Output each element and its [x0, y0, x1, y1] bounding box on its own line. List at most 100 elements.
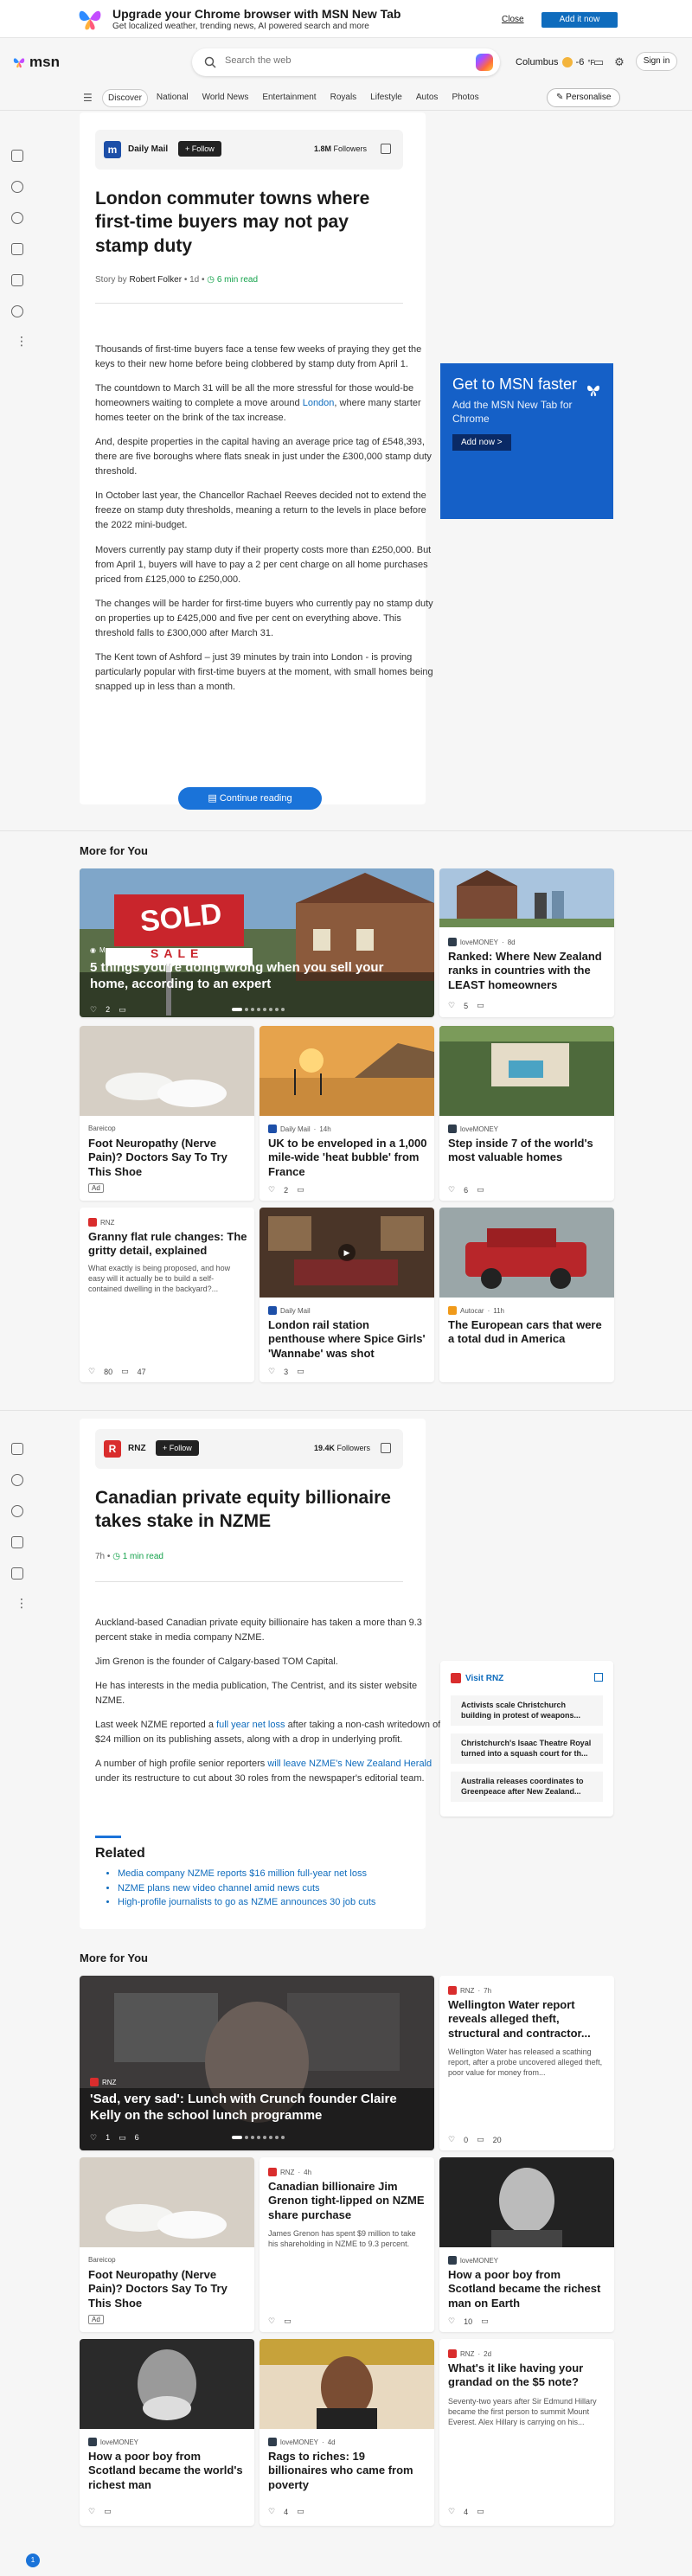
search-input[interactable] [225, 55, 441, 66]
msn-logo[interactable]: msn [12, 54, 60, 71]
play-icon[interactable]: ▶ [338, 1244, 356, 1261]
promo-close-button[interactable]: Close [502, 15, 524, 24]
location-icon[interactable] [11, 1505, 23, 1517]
comment-icon[interactable]: ▭ [297, 1367, 304, 1376]
history-icon[interactable] [11, 1474, 23, 1486]
like-icon[interactable]: ♡ [448, 2507, 455, 2516]
like-icon[interactable]: ♡ [448, 2135, 455, 2144]
like-icon[interactable]: ♡ [268, 2507, 275, 2516]
author-name[interactable]: Robert Folker [129, 275, 182, 285]
like-icon[interactable]: ♡ [448, 1185, 455, 1195]
home-icon[interactable] [11, 1443, 23, 1455]
related-link[interactable]: High-profile journalists to go as NZME a… [118, 1895, 375, 1910]
comment-icon[interactable]: ▭ [477, 2135, 484, 2144]
like-icon[interactable]: ♡ [268, 1185, 275, 1195]
story-card[interactable]: RNZ · 7h Wellington Water report reveals… [439, 1976, 614, 2150]
comment-icon[interactable]: ▭ [119, 2133, 126, 2143]
comment-icon[interactable]: ▭ [121, 1367, 129, 1376]
london-link[interactable]: London [303, 398, 335, 408]
story-card[interactable]: Autocar · 11h The European cars that wer… [439, 1208, 614, 1382]
notifications-icon[interactable]: ▭ [592, 55, 606, 69]
like-icon[interactable]: ♡ [448, 1001, 455, 1010]
comment-icon[interactable]: ▭ [477, 2507, 484, 2516]
add-it-now-button[interactable]: Add it now [541, 12, 618, 28]
nz-herald-link[interactable]: will leave NZME's New Zealand Herald [267, 1759, 432, 1769]
ad-add-now-button[interactable]: Add now > [452, 434, 511, 452]
chat-icon[interactable] [11, 243, 23, 255]
comment-icon[interactable]: ▭ [104, 2507, 112, 2516]
carousel-pager[interactable] [232, 1008, 285, 1011]
visit-rnz-item[interactable]: Activists scale Christchurch building in… [451, 1695, 603, 1727]
nav-item-national[interactable]: National [151, 89, 194, 107]
like-icon[interactable]: ♡ [90, 2133, 97, 2143]
nav-item-photos[interactable]: Photos [446, 89, 484, 107]
follow-button[interactable]: + Follow [156, 1440, 199, 1456]
home-icon[interactable] [11, 150, 23, 162]
story-card[interactable]: Daily Mail · 14h UK to be enveloped in a… [260, 1026, 434, 1201]
story-card[interactable]: loveMONEY Step inside 7 of the world's m… [439, 1026, 614, 1201]
story-card[interactable]: loveMONEY · 8d Ranked: Where New Zealand… [439, 868, 614, 1017]
like-icon[interactable]: ♡ [268, 1367, 275, 1376]
like-icon[interactable]: ♡ [268, 2316, 275, 2326]
ad-card[interactable]: Bareicop Foot Neuropathy (Nerve Pain)? D… [80, 1026, 254, 1201]
nav-item-autos[interactable]: Autos [411, 89, 444, 107]
story-card[interactable]: RNZ · 4h Canadian billionaire Jim Grenon… [260, 2157, 434, 2332]
share-icon[interactable] [381, 144, 391, 154]
like-icon[interactable]: ♡ [88, 2507, 95, 2516]
history-icon[interactable] [11, 181, 23, 193]
chat-icon[interactable] [11, 1536, 23, 1548]
story-card[interactable]: ▶ Daily Mail London rail station penthou… [260, 1208, 434, 1382]
hero-story-card[interactable]: RNZ 'Sad, very sad': Lunch with Crunch f… [80, 1976, 434, 2150]
visit-rnz-link[interactable]: Visit RNZ [451, 1673, 503, 1683]
games-icon[interactable] [11, 1567, 23, 1580]
carousel-pager[interactable] [232, 2136, 285, 2139]
like-icon[interactable]: ♡ [448, 2316, 455, 2326]
comment-icon[interactable]: ▭ [481, 2316, 489, 2326]
like-icon[interactable]: ♡ [90, 1005, 97, 1015]
story-card[interactable]: loveMONEY How a poor boy from Scotland b… [80, 2339, 254, 2526]
daily-mail-logo[interactable]: m [104, 141, 121, 158]
location-icon[interactable] [11, 212, 23, 224]
comment-icon[interactable]: ▭ [477, 1001, 484, 1010]
share-icon[interactable] [381, 1443, 391, 1453]
nav-item-discover[interactable]: Discover [102, 89, 148, 107]
comment-icon[interactable]: ▭ [284, 2316, 292, 2326]
story-card[interactable]: loveMONEY How a poor boy from Scotland b… [439, 2157, 614, 2332]
related-link[interactable]: Media company NZME reports $16 million f… [118, 1867, 375, 1881]
msn-new-tab-ad[interactable]: Get to MSN faster Add the MSN New Tab fo… [440, 363, 613, 519]
net-loss-link[interactable]: full year net loss [216, 1720, 285, 1730]
weather-widget[interactable]: Columbus -6 °F [516, 57, 594, 67]
story-card[interactable]: loveMONEY · 4d Rags to riches: 19 billio… [260, 2339, 434, 2526]
follow-button[interactable]: + Follow [178, 141, 221, 157]
share-icon[interactable] [11, 305, 23, 317]
more-options-icon[interactable]: ⋮ [16, 1597, 28, 1609]
rnz-logo[interactable]: R [104, 1440, 121, 1458]
source-name[interactable]: RNZ [128, 1444, 146, 1453]
visit-rnz-item[interactable]: Christchurch's Isaac Theatre Royal turne… [451, 1733, 603, 1765]
hero-story-card[interactable]: SOLD SALE ◉ Msn 5 things you're doing wro… [80, 868, 434, 1017]
hamburger-menu-icon[interactable]: ☰ [83, 92, 93, 104]
search-box[interactable] [192, 48, 500, 76]
personalise-button[interactable]: ✎ Personalise [547, 88, 621, 107]
ad-card[interactable]: Bareicop Foot Neuropathy (Nerve Pain)? D… [80, 2157, 254, 2332]
games-icon[interactable] [11, 274, 23, 286]
visit-rnz-item[interactable]: Australia releases coordinates to Greenp… [451, 1772, 603, 1803]
comment-icon[interactable]: ▭ [119, 1005, 126, 1015]
story-card[interactable]: RNZ · 2d What's it like having your gran… [439, 2339, 614, 2526]
comment-icon[interactable]: ▭ [297, 1185, 304, 1195]
comment-icon[interactable]: ▭ [477, 1185, 484, 1195]
continue-reading-button[interactable]: ▤ Continue reading [178, 787, 322, 810]
related-link[interactable]: NZME plans new video channel amid news c… [118, 1881, 375, 1896]
like-icon[interactable]: ♡ [88, 1367, 95, 1376]
nav-item-entertainment[interactable]: Entertainment [257, 89, 321, 107]
source-name[interactable]: Daily Mail [128, 144, 168, 154]
story-card[interactable]: RNZ Granny flat rule changes: The gritty… [80, 1208, 254, 1382]
copilot-icon[interactable] [476, 54, 493, 71]
external-link-icon[interactable] [594, 1673, 603, 1682]
settings-gear-icon[interactable]: ⚙ [612, 55, 626, 69]
nav-item-lifestyle[interactable]: Lifestyle [365, 89, 407, 107]
sign-in-button[interactable]: Sign in [636, 52, 677, 71]
comment-icon[interactable]: ▭ [297, 2507, 304, 2516]
nav-item-world-news[interactable]: World News [197, 89, 254, 107]
feedback-icon[interactable]: 1 [26, 2554, 40, 2567]
